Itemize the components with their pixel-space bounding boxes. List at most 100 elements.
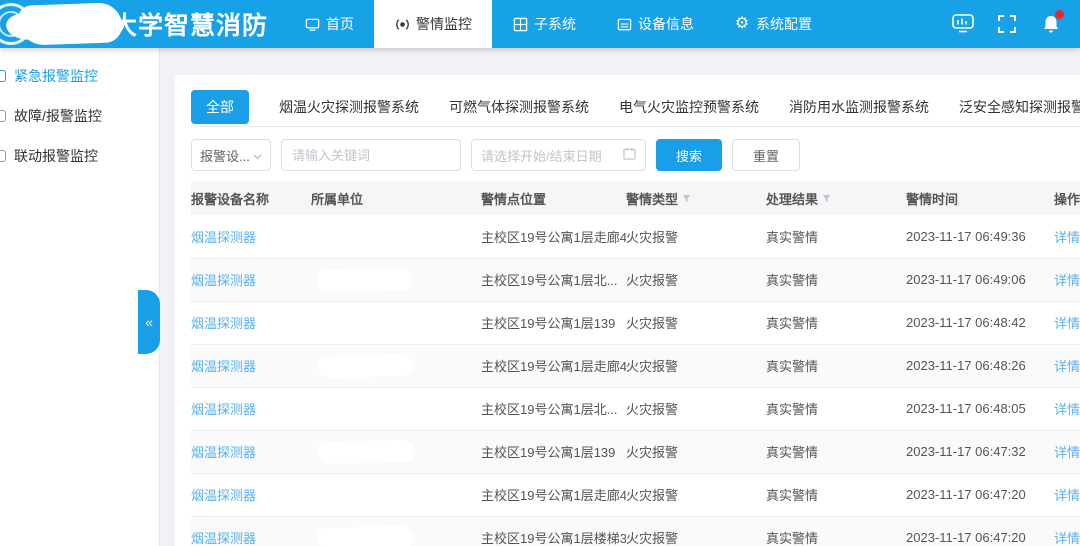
result-cell: 真实警情 xyxy=(766,344,906,387)
sidebar-collapse-button[interactable]: « xyxy=(138,290,160,354)
reset-button[interactable]: 重置 xyxy=(732,139,800,171)
device-link[interactable]: 烟温探测器 xyxy=(191,359,256,374)
nav-item-subsystem[interactable]: 子系统 xyxy=(492,0,596,48)
main-area: 全部 烟温火灾探测报警系统 可燃气体探测报警系统 电气火灾监控预警系统 消防用水… xyxy=(160,48,1080,546)
sidebar-item-fault-alarm[interactable]: 故障/报警监控 xyxy=(0,96,159,136)
actions-cell: 详情处理 xyxy=(1054,301,1080,344)
tab-combustible-gas[interactable]: 可燃气体探测报警系统 xyxy=(449,91,589,123)
tab-all[interactable]: 全部 xyxy=(191,90,249,124)
alarm-table: 报警设备名称 所属单位 警情点位置 警情类型 处理结果 警情时间 操作 烟温探测… xyxy=(191,181,1080,546)
actions-cell: 详情处理 xyxy=(1054,430,1080,473)
search-button[interactable]: 搜索 xyxy=(656,139,722,171)
device-link[interactable]: 烟温探测器 xyxy=(191,316,256,331)
home-monitor-icon xyxy=(304,16,320,32)
time-cell: 2023-11-17 06:47:32 xyxy=(906,430,1054,473)
detail-link[interactable]: 详情 xyxy=(1054,531,1080,546)
detail-link[interactable]: 详情 xyxy=(1054,488,1080,503)
table-row: 烟温探测器 主校区19号公寓1层北... 火灾报警 真实警情 2023-11-1… xyxy=(191,387,1080,430)
result-cell: 真实警情 xyxy=(766,430,906,473)
nav-label: 设备信息 xyxy=(638,14,694,34)
main-nav: 首页 警情监控 子系统 设备信息 ⚙ 系统配置 xyxy=(284,0,832,48)
table-row: 烟温探测器 主校区19号公寓1层139 火灾报警 真实警情 2023-11-17… xyxy=(191,301,1080,344)
unit-cell xyxy=(311,516,481,546)
result-cell: 真实警情 xyxy=(766,387,906,430)
top-navbar: 大学智慧消防 首页 警情监控 子系统 设备信息 ⚙ xyxy=(0,0,1080,48)
actions-cell: 详情处理 xyxy=(1054,387,1080,430)
detail-link[interactable]: 详情 xyxy=(1054,230,1080,245)
result-cell: 真实警情 xyxy=(766,258,906,301)
select-value: 报警设... xyxy=(200,146,250,165)
bell-icon[interactable] xyxy=(1040,13,1062,35)
type-cell: 火灾报警 xyxy=(626,258,766,301)
detail-link[interactable]: 详情 xyxy=(1054,402,1080,417)
table-row: 烟温探测器 主校区19号公寓1层139 火灾报警 真实警情 2023-11-17… xyxy=(191,430,1080,473)
sidebar-item-icon xyxy=(0,70,6,82)
device-link[interactable]: 烟温探测器 xyxy=(191,445,256,460)
device-link[interactable]: 烟温探测器 xyxy=(191,488,256,503)
table-row: 烟温探测器 主校区19号公寓1层走廊4 火灾报警 真实警情 2023-11-17… xyxy=(191,473,1080,516)
col-result: 处理结果 xyxy=(766,181,906,215)
nav-item-device-info[interactable]: 设备信息 xyxy=(596,0,714,48)
col-device-name: 报警设备名称 xyxy=(191,181,311,215)
tab-smoke-temp-fire[interactable]: 烟温火灾探测报警系统 xyxy=(279,91,419,123)
nav-item-home[interactable]: 首页 xyxy=(284,0,374,48)
fullscreen-icon[interactable] xyxy=(996,13,1018,35)
nav-item-alarm-monitor[interactable]: 警情监控 xyxy=(374,0,492,48)
sidebar-item-icon xyxy=(0,110,6,122)
brand-area: 大学智慧消防 xyxy=(0,0,270,48)
time-cell: 2023-11-17 06:48:26 xyxy=(906,344,1054,387)
tab-fire-water[interactable]: 消防用水监测报警系统 xyxy=(789,91,929,123)
detail-link[interactable]: 详情 xyxy=(1054,359,1080,374)
subsystem-grid-icon xyxy=(512,16,528,32)
date-range-picker[interactable]: 请选择开始/结束日期 xyxy=(471,139,646,171)
redaction-smudge xyxy=(317,525,414,546)
time-cell: 2023-11-17 06:48:42 xyxy=(906,301,1054,344)
detail-link[interactable]: 详情 xyxy=(1054,316,1080,331)
table-row: 烟温探测器 主校区19号公寓1层走廊4 火灾报警 真实警情 2023-11-17… xyxy=(191,344,1080,387)
location-cell: 主校区19号公寓1层139 xyxy=(481,301,626,344)
actions-cell: 详情处理 xyxy=(1054,516,1080,546)
unit-cell xyxy=(311,387,481,430)
tab-electrical-fire[interactable]: 电气火灾监控预警系统 xyxy=(619,91,759,123)
content-card: 全部 烟温火灾探测报警系统 可燃气体探测报警系统 电气火灾监控预警系统 消防用水… xyxy=(175,75,1080,546)
result-cell: 真实警情 xyxy=(766,215,906,258)
tab-pan-security[interactable]: 泛安全感知探测报警系统 xyxy=(959,91,1080,123)
type-cell: 火灾报警 xyxy=(626,215,766,258)
sidebar-item-label: 故障/报警监控 xyxy=(14,106,102,126)
sidebar-item-linkage-alarm[interactable]: 联动报警监控 xyxy=(0,136,159,176)
filter-funnel-icon[interactable] xyxy=(682,194,691,203)
location-cell: 主校区19号公寓1层走廊4 xyxy=(481,215,626,258)
device-link[interactable]: 烟温探测器 xyxy=(191,402,256,417)
redaction-smudge xyxy=(317,439,414,464)
device-link[interactable]: 烟温探测器 xyxy=(191,531,256,546)
keyword-input[interactable] xyxy=(281,139,461,171)
sidebar-item-label: 紧急报警监控 xyxy=(14,66,98,86)
dashboard-monitor-icon[interactable] xyxy=(952,13,974,35)
sidebar-item-label: 联动报警监控 xyxy=(14,146,98,166)
col-alarm-type: 警情类型 xyxy=(626,181,766,215)
system-tabs: 全部 烟温火灾探测报警系统 可燃气体探测报警系统 电气火灾监控预警系统 消防用水… xyxy=(191,75,1080,127)
date-placeholder: 请选择开始/结束日期 xyxy=(481,146,602,165)
unit-cell xyxy=(311,430,481,473)
location-cell: 主校区19号公寓1层北... xyxy=(481,258,626,301)
redaction-smudge xyxy=(317,353,414,378)
sidebar-item-emergency-alarm[interactable]: 紧急报警监控 xyxy=(0,56,159,96)
filter-funnel-icon[interactable] xyxy=(822,194,831,203)
nav-label: 警情监控 xyxy=(416,14,472,34)
col-alarm-time: 警情时间 xyxy=(906,181,1054,215)
type-cell: 火灾报警 xyxy=(626,344,766,387)
device-type-select[interactable]: 报警设... xyxy=(191,139,271,171)
detail-link[interactable]: 详情 xyxy=(1054,445,1080,460)
table-row: 烟温探测器 主校区19号公寓1层北... 火灾报警 真实警情 2023-11-1… xyxy=(191,258,1080,301)
device-link[interactable]: 烟温探测器 xyxy=(191,273,256,288)
calendar-icon xyxy=(623,147,636,163)
detail-link[interactable]: 详情 xyxy=(1054,273,1080,288)
time-cell: 2023-11-17 06:47:20 xyxy=(906,516,1054,546)
location-cell: 主校区19号公寓1层北... xyxy=(481,387,626,430)
location-cell: 主校区19号公寓1层139 xyxy=(481,430,626,473)
nav-item-system-config[interactable]: ⚙ 系统配置 xyxy=(714,0,832,48)
redaction-scribble xyxy=(17,2,122,46)
alarm-radar-icon xyxy=(394,16,410,32)
actions-cell: 详情处理 xyxy=(1054,473,1080,516)
device-link[interactable]: 烟温探测器 xyxy=(191,230,256,245)
